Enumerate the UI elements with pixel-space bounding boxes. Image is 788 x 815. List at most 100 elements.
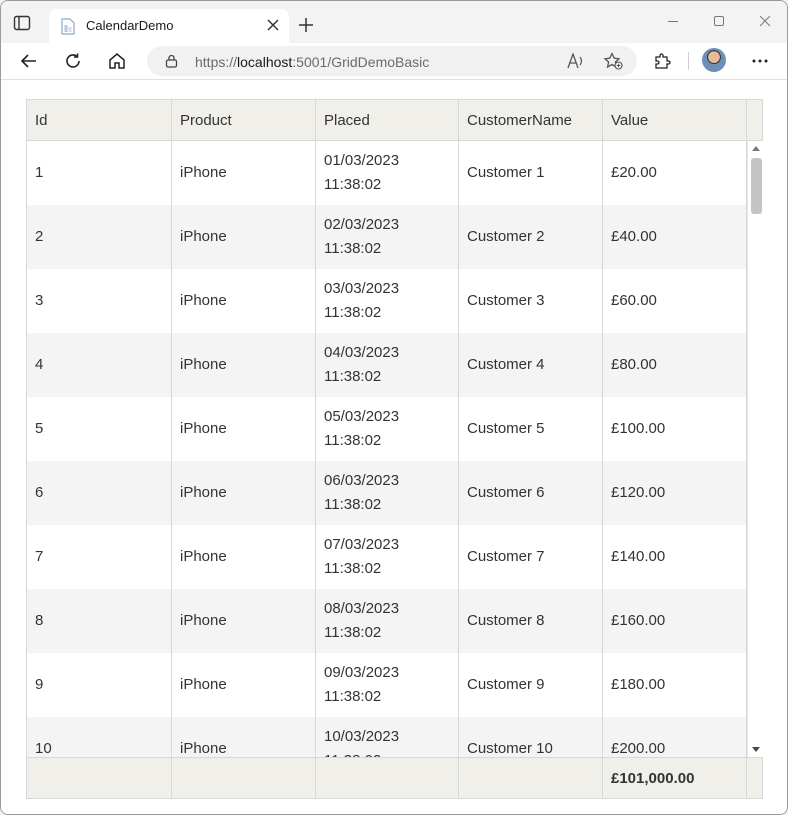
cell-customer-name: Customer 4 [459, 333, 603, 397]
cell-value: £140.00 [603, 525, 747, 589]
title-bar: CalendarDemo [1, 1, 787, 43]
table-row[interactable]: 8 iPhone 08/03/2023 11:38:02 Customer 8 … [27, 589, 747, 653]
scrollbar-thumb[interactable] [751, 158, 762, 214]
table-row[interactable]: 9 iPhone 09/03/2023 11:38:02 Customer 9 … [27, 653, 747, 717]
cell-product: iPhone [172, 461, 316, 525]
grid-scrollbar[interactable] [747, 141, 763, 757]
cell-placed: 03/03/2023 11:38:02 [316, 269, 459, 333]
window-close-icon[interactable] [758, 14, 772, 28]
cell-id: 3 [27, 269, 172, 333]
tab-title: CalendarDemo [86, 18, 174, 33]
cell-placed: 07/03/2023 11:38:02 [316, 525, 459, 589]
column-header-product[interactable]: Product [172, 100, 316, 140]
refresh-icon[interactable] [64, 52, 82, 70]
back-arrow-icon[interactable] [20, 52, 38, 70]
cell-value: £60.00 [603, 269, 747, 333]
cell-placed: 06/03/2023 11:38:02 [316, 461, 459, 525]
cell-value: £120.00 [603, 461, 747, 525]
cell-product: iPhone [172, 269, 316, 333]
lock-icon[interactable] [165, 54, 178, 68]
toolbar-divider [688, 52, 689, 70]
cell-customer-name: Customer 2 [459, 205, 603, 269]
avatar[interactable] [702, 48, 726, 72]
grid-body[interactable]: 1 iPhone 01/03/2023 11:38:02 Customer 1 … [27, 141, 747, 757]
cell-product: iPhone [172, 205, 316, 269]
scroll-down-arrow-icon[interactable] [752, 747, 760, 752]
minimize-icon[interactable] [666, 14, 680, 28]
cell-customer-name: Customer 10 [459, 717, 603, 757]
cell-placed: 09/03/2023 11:38:02 [316, 653, 459, 717]
footer-cell-placed [316, 758, 459, 798]
cell-customer-name: Customer 9 [459, 653, 603, 717]
cell-placed: 04/03/2023 11:38:02 [316, 333, 459, 397]
grid-footer: £101,000.00 [27, 757, 762, 798]
cell-value: £100.00 [603, 397, 747, 461]
data-grid: Id Product Placed CustomerName Value 1 i… [26, 99, 763, 799]
table-row[interactable]: 4 iPhone 04/03/2023 11:38:02 Customer 4 … [27, 333, 747, 397]
table-row[interactable]: 2 iPhone 02/03/2023 11:38:02 Customer 2 … [27, 205, 747, 269]
footer-scroll-spacer [747, 758, 763, 798]
cell-placed: 01/03/2023 11:38:02 [316, 141, 459, 205]
cell-customer-name: Customer 7 [459, 525, 603, 589]
table-row[interactable]: 3 iPhone 03/03/2023 11:38:02 Customer 3 … [27, 269, 747, 333]
column-header-placed[interactable]: Placed [316, 100, 459, 140]
cell-id: 1 [27, 141, 172, 205]
cell-value: £80.00 [603, 333, 747, 397]
cell-placed: 08/03/2023 11:38:02 [316, 589, 459, 653]
cell-value: £160.00 [603, 589, 747, 653]
page-icon [61, 18, 75, 35]
cell-value: £20.00 [603, 141, 747, 205]
cell-id: 9 [27, 653, 172, 717]
column-header-customer-name[interactable]: CustomerName [459, 100, 603, 140]
cell-customer-name: Customer 1 [459, 141, 603, 205]
home-icon[interactable] [108, 52, 126, 70]
cell-placed: 02/03/2023 11:38:02 [316, 205, 459, 269]
cell-product: iPhone [172, 717, 316, 757]
footer-cell-product [172, 758, 316, 798]
header-scroll-spacer [747, 100, 763, 140]
cell-id: 4 [27, 333, 172, 397]
plus-icon[interactable] [298, 17, 314, 33]
footer-cell-id [27, 758, 172, 798]
cell-product: iPhone [172, 653, 316, 717]
cell-product: iPhone [172, 333, 316, 397]
extensions-puzzle-icon[interactable] [653, 52, 671, 70]
browser-window: CalendarDemo https://localhost:5001/Grid… [0, 0, 788, 815]
table-row[interactable]: 6 iPhone 06/03/2023 11:38:02 Customer 6 … [27, 461, 747, 525]
cell-product: iPhone [172, 589, 316, 653]
favorites-star-icon[interactable] [603, 52, 623, 70]
more-ellipsis-icon[interactable] [751, 52, 769, 70]
browser-tab[interactable]: CalendarDemo [49, 9, 289, 43]
cell-customer-name: Customer 8 [459, 589, 603, 653]
table-row[interactable]: 5 iPhone 05/03/2023 11:38:02 Customer 5 … [27, 397, 747, 461]
url-text[interactable]: https://localhost:5001/GridDemoBasic [195, 54, 429, 70]
cell-id: 2 [27, 205, 172, 269]
footer-total-value: £101,000.00 [603, 758, 747, 798]
cell-id: 8 [27, 589, 172, 653]
close-icon[interactable] [266, 18, 280, 32]
cell-customer-name: Customer 5 [459, 397, 603, 461]
cell-id: 5 [27, 397, 172, 461]
table-row[interactable]: 1 iPhone 01/03/2023 11:38:02 Customer 1 … [27, 141, 747, 205]
browser-toolbar: https://localhost:5001/GridDemoBasic [1, 43, 787, 80]
column-header-id[interactable]: Id [27, 100, 172, 140]
cell-customer-name: Customer 6 [459, 461, 603, 525]
cell-product: iPhone [172, 141, 316, 205]
column-header-value[interactable]: Value [603, 100, 747, 140]
cell-placed: 10/03/2023 11:38:02 [316, 717, 459, 757]
cell-product: iPhone [172, 397, 316, 461]
address-bar[interactable]: https://localhost:5001/GridDemoBasic [147, 46, 637, 76]
cell-product: iPhone [172, 525, 316, 589]
cell-id: 7 [27, 525, 172, 589]
cell-customer-name: Customer 3 [459, 269, 603, 333]
cell-id: 10 [27, 717, 172, 757]
cell-value: £200.00 [603, 717, 747, 757]
cell-value: £180.00 [603, 653, 747, 717]
table-row[interactable]: 7 iPhone 07/03/2023 11:38:02 Customer 7 … [27, 525, 747, 589]
maximize-icon[interactable] [712, 14, 726, 28]
scroll-up-arrow-icon[interactable] [752, 146, 760, 151]
read-aloud-icon[interactable] [567, 53, 585, 69]
tab-actions-icon[interactable] [13, 14, 31, 32]
table-row[interactable]: 10 iPhone 10/03/2023 11:38:02 Customer 1… [27, 717, 747, 757]
cell-id: 6 [27, 461, 172, 525]
